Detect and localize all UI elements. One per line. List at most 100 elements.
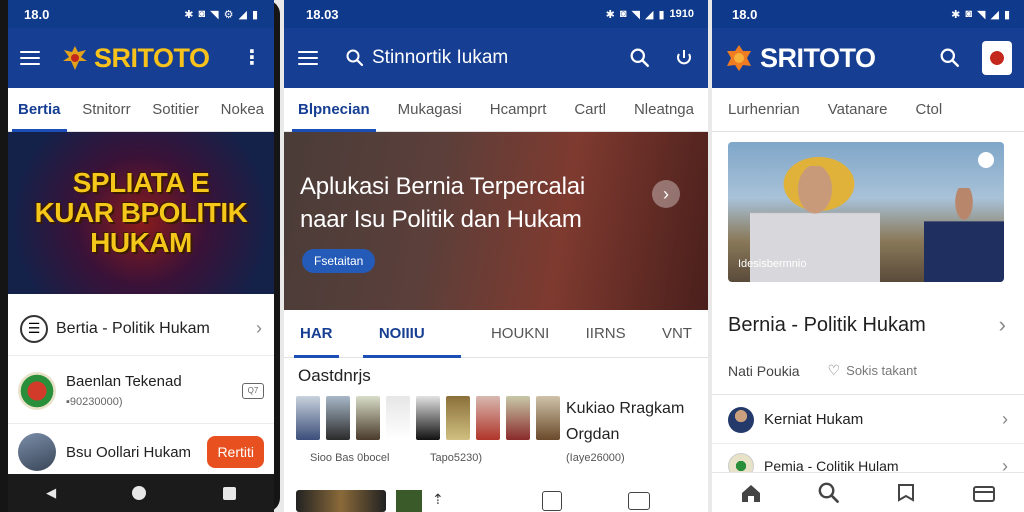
info-icon[interactable] [978, 152, 994, 168]
card-icon[interactable]: Q7 [242, 382, 264, 399]
category-tabs: Blpnecian Mukagasi Hcamprt Cartl Nleatng… [284, 88, 708, 132]
list-item-title: Baenlan Tekenad [66, 373, 182, 390]
bookmark-icon[interactable] [542, 491, 562, 511]
article-photo[interactable]: Idesisbermnio [728, 142, 1004, 282]
archive-icon[interactable] [972, 483, 996, 503]
hero-banner[interactable]: Aplukasi Bernia Terpercalai naar Isu Pol… [284, 132, 708, 310]
heart-icon[interactable]: ♡ [828, 362, 841, 379]
subtab-houkni[interactable]: HOUKNI [491, 310, 549, 358]
chevron-right-icon: › [256, 318, 262, 338]
menu-icon[interactable] [298, 51, 318, 65]
section-title: Oastdnrjs [298, 366, 371, 385]
share-icon[interactable]: ⇡ [432, 491, 452, 511]
garuda-avatar-icon[interactable] [982, 41, 1012, 75]
emblem-icon [18, 371, 56, 410]
list-item-text: Baenlan Tekenad ▪90230000) [66, 373, 182, 408]
home-icon[interactable] [132, 486, 147, 500]
tab-nokea[interactable]: Nokea [221, 88, 264, 132]
search-icon[interactable] [346, 49, 364, 67]
tab-ctol[interactable]: Ctol [915, 88, 942, 132]
signal-icon: ◢ [990, 8, 999, 21]
story-card[interactable]: Kukiao Rragkam Orgdan Sioo Bas 0bocel Ta… [296, 396, 696, 472]
recents-icon[interactable] [222, 486, 236, 500]
tab-stnitorr[interactable]: Stnitorr [82, 88, 130, 132]
system-nav-bar: ◀ [8, 474, 274, 512]
screenshot-collage: 18.0 ✱ ◙ ◥ ⚙ ◢ ▮ SRITOTO ⋮ Bertia Stnito… [0, 0, 1024, 512]
app-logo: SRITOTO [760, 42, 876, 73]
tab-blpnecian[interactable]: Blpnecian [292, 88, 376, 132]
archive-icon[interactable] [628, 492, 650, 510]
status-bar: 18.03 ✱ ◙ ◥ ◢ ▮ 1910 [284, 0, 708, 28]
back-icon[interactable]: ◀ [46, 485, 56, 501]
subtab-iirns[interactable]: IIRNS [586, 310, 626, 358]
more-options-icon[interactable]: ⋮ [242, 48, 262, 68]
list-item-title: Kerniat Hukam [764, 411, 864, 428]
tab-vatanare[interactable]: Vatanare [828, 88, 888, 132]
meta-author: Nati Poukia [728, 362, 800, 379]
bluetooth-icon: ✱ [951, 8, 961, 21]
tab-mukagasi[interactable]: Mukagasi [398, 88, 462, 132]
caption-a: Sioo Bas 0bocel [310, 452, 390, 464]
subtab-har[interactable]: HAR [294, 310, 338, 358]
list-item-subtitle: ▪90230000) [66, 396, 123, 408]
thumbnail-image [416, 396, 440, 440]
bluetooth-icon: ✱ [605, 8, 615, 21]
phone-screen: 18.0 ✱ ◙ ◥ ⚙ ◢ ▮ SRITOTO ⋮ Bertia Stnito… [8, 0, 274, 474]
search-icon[interactable] [630, 48, 650, 68]
menu-icon[interactable] [20, 51, 40, 65]
tab-lurhenrian[interactable]: Lurhenrian [728, 88, 800, 132]
thumbnail-image [506, 396, 530, 440]
tab-nleatnga[interactable]: Nleatnga [634, 88, 694, 132]
article-headline: Bernia - Politik Hukam [728, 314, 926, 336]
battery-icon: ▮ [1003, 8, 1010, 21]
subtab-vnt[interactable]: VNT [662, 310, 692, 358]
signal-icon: ◢ [644, 8, 654, 21]
list-item[interactable]: Kerniat Hukam › [712, 396, 1024, 444]
battery-icon: ▮ [658, 8, 665, 21]
refresh-icon[interactable] [674, 48, 694, 68]
menu-row-politik[interactable]: ☰ Bertia - Politik Hukam › [8, 302, 274, 356]
action-button[interactable]: Rertiti [207, 436, 264, 468]
category-tabs: Lurhenrian Vatanare Ctol [712, 88, 1024, 132]
subtab-noiiiu[interactable]: NOIIIU [362, 310, 461, 358]
section-tabs: HAR NOIIIU HOUKNI IIRNS VNT [284, 310, 708, 358]
featured-banner[interactable]: SPLIATA E KUAR BPOLITIK HUKAM [8, 132, 274, 294]
bluetooth-icon: ✱ [184, 8, 194, 21]
status-time: 18.03 [306, 6, 339, 22]
app-bar: SRITOTO ⋮ [8, 28, 274, 88]
status-extra: 1910 [669, 8, 694, 20]
tab-sotitier[interactable]: Sotitier [152, 88, 199, 132]
tab-cartl[interactable]: Cartl [574, 88, 606, 132]
app-bar: Stinnortik Iukam [284, 28, 708, 88]
hero-title: Aplukasi Bernia Terpercalai naar Isu Pol… [300, 173, 585, 233]
person-avatar [728, 406, 754, 433]
divider [712, 394, 1024, 395]
article-meta: Nati Poukia ♡ Sokis takant [728, 362, 1008, 379]
search-icon[interactable] [818, 482, 840, 504]
search-query[interactable]: Stinnortik Iukam [372, 47, 508, 69]
status-bar: 18.0 ✱ ◙ ◥ ◢ ▮ [712, 0, 1024, 28]
meta-likes: Sokis takant [846, 363, 917, 378]
search-screen: 18.03 ✱ ◙ ◥ ◢ ▮ 1910 Stinnortik Iukam Bl… [284, 0, 708, 512]
next-slide-button[interactable]: › [652, 180, 680, 208]
tab-bertia[interactable]: Bertia [12, 88, 67, 132]
thumbnail-image [296, 490, 386, 512]
status-time: 18.0 [732, 6, 758, 22]
list-item-title: Bsu Oollari Hukam [66, 443, 192, 461]
hero-category-pill[interactable]: Fsetaitan [302, 249, 376, 273]
wifi-icon: ◥ [977, 8, 986, 21]
list-item[interactable]: Bsu Oollari Hukam Rertiti [8, 426, 274, 474]
bottom-navigation [712, 472, 1024, 512]
chevron-right-icon[interactable]: › [999, 312, 1006, 338]
tab-hcamprt[interactable]: Hcamprt [490, 88, 547, 132]
battery-icon: ▮ [251, 8, 258, 21]
notification-icon: ◙ [965, 8, 972, 20]
bookmark-icon[interactable] [896, 483, 916, 503]
wifi-icon: ◥ [210, 8, 219, 21]
list-item[interactable]: Baenlan Tekenad ▪90230000) Q7 [8, 358, 274, 424]
search-icon[interactable] [940, 48, 960, 68]
app-bar: SRITOTO [712, 28, 1024, 88]
home-icon[interactable] [740, 483, 762, 503]
status-bar: 18.0 ✱ ◙ ◥ ⚙ ◢ ▮ [8, 0, 274, 28]
chevron-right-icon: › [1002, 409, 1008, 429]
